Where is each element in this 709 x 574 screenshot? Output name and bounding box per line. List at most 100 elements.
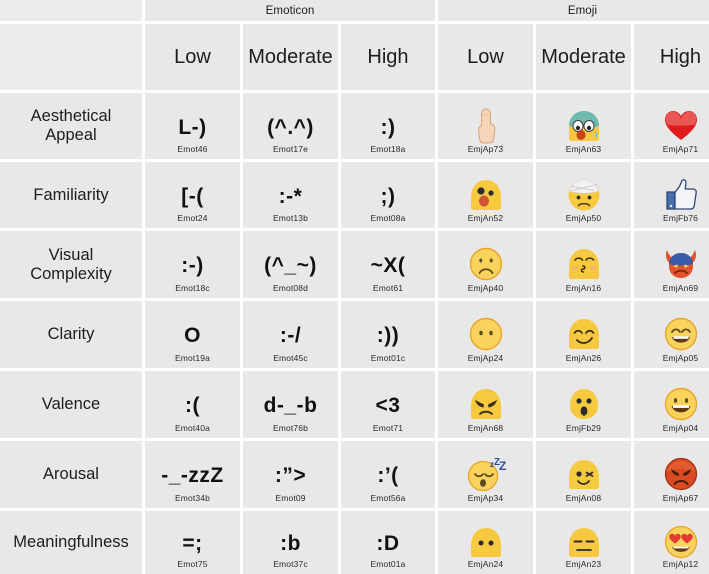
stimulus-code: Emot08d bbox=[272, 283, 309, 293]
table-cell: EmjAn52 bbox=[438, 162, 533, 228]
level-header-emoji-moderate: Moderate bbox=[536, 24, 631, 90]
stimulus-code: EmjAn08 bbox=[565, 493, 602, 503]
stimulus-code: EmjAp71 bbox=[662, 144, 699, 154]
level-header-emoticon-high: High bbox=[341, 24, 435, 90]
stimulus-code: Emot13b bbox=[272, 213, 309, 223]
stimulus-code: Emot56a bbox=[370, 493, 406, 503]
emoticon-glyph: :)) bbox=[376, 324, 400, 347]
level-header-label: High bbox=[367, 45, 409, 68]
table-cell: EmjAp73 bbox=[438, 93, 533, 159]
stimulus-code: EmjAn63 bbox=[565, 144, 602, 154]
emoticon-glyph: :) bbox=[380, 115, 396, 139]
row-label-text: Familiarity bbox=[33, 185, 109, 204]
stimulus-code: Emot46 bbox=[177, 144, 208, 154]
table-cell: EmjFb76 bbox=[634, 162, 709, 228]
table-cell: EmjAn26 bbox=[536, 301, 631, 368]
table-cell: =; Emot75 bbox=[145, 511, 240, 574]
heart-eyes-face-icon bbox=[664, 523, 698, 561]
table-cell: zZZ EmjAp34 bbox=[438, 441, 533, 508]
devil-face-icon bbox=[662, 245, 700, 283]
red-heart-icon bbox=[663, 107, 699, 145]
kissing-blob-face-icon bbox=[566, 245, 602, 283]
level-header-label: Moderate bbox=[248, 45, 333, 68]
stimulus-code: Emot18a bbox=[370, 144, 406, 154]
row-label-familiarity: Familiarity bbox=[0, 162, 142, 228]
table-cell: EmjAn16 bbox=[536, 231, 631, 298]
stimulus-code: Emot19a bbox=[174, 353, 211, 363]
nauseated-face-icon bbox=[566, 107, 602, 145]
stimulus-code: EmjAp24 bbox=[467, 353, 504, 363]
table-cell: EmjAp04 bbox=[634, 371, 709, 438]
table-cell: -_-zzZ Emot34b bbox=[145, 441, 240, 508]
table-cell: (^.^) Emot17e bbox=[243, 93, 338, 159]
level-header-emoticon-low: Low bbox=[145, 24, 240, 90]
table-cell: EmjAn24 bbox=[438, 511, 533, 574]
stimulus-code: Emot40a bbox=[174, 423, 211, 433]
table-cell: :) Emot18a bbox=[341, 93, 435, 159]
stimulus-code: EmjAp73 bbox=[467, 144, 504, 154]
table-cell: O Emot19a bbox=[145, 301, 240, 368]
emoticon-glyph: (^_~) bbox=[264, 254, 317, 277]
stimulus-code: Emot09 bbox=[275, 493, 306, 503]
stimulus-code: EmjFb29 bbox=[565, 423, 602, 433]
emoticon-glyph: :-) bbox=[181, 254, 204, 277]
stimulus-code: Emot76b bbox=[272, 423, 309, 433]
stimulus-code: EmjAn68 bbox=[467, 423, 504, 433]
stimulus-code: EmjAn26 bbox=[565, 353, 602, 363]
stimulus-code: EmjAp05 bbox=[662, 353, 699, 363]
frowning-face-icon bbox=[469, 245, 503, 283]
row-label-valence: Valence bbox=[0, 371, 142, 438]
row-label-aesthetical-appeal: Aesthetical Appeal bbox=[0, 93, 142, 159]
table-cell: EmjAp05 bbox=[634, 301, 709, 368]
winking-blob-face-icon bbox=[566, 455, 602, 493]
table-cell: ;) Emot08a bbox=[341, 162, 435, 228]
grinning-face-icon bbox=[664, 385, 698, 423]
stimulus-code: Emot01c bbox=[370, 353, 406, 363]
thumbs-up-icon bbox=[664, 176, 698, 214]
row-label-visual-complexity: Visual Complexity bbox=[0, 231, 142, 298]
stimulus-code: Emot08a bbox=[370, 213, 406, 223]
emoticon-glyph: (^.^) bbox=[267, 115, 314, 139]
emoticon-glyph: ;) bbox=[380, 184, 396, 208]
stimulus-code: EmjAp12 bbox=[662, 559, 699, 569]
stimulus-code: EmjAn16 bbox=[565, 283, 602, 293]
stimulus-code: Emot45c bbox=[273, 353, 308, 363]
stimulus-code: EmjAn24 bbox=[467, 559, 504, 569]
table-cell: :( Emot40a bbox=[145, 371, 240, 438]
pointing-hand-icon bbox=[476, 107, 496, 145]
emoticon-glyph: [-( bbox=[181, 184, 204, 208]
stimulus-code: EmjAp50 bbox=[565, 213, 602, 223]
row-label-meaningfulness: Meaningfulness bbox=[0, 511, 142, 574]
corner-blank bbox=[0, 0, 142, 21]
pouting-red-face-icon bbox=[664, 455, 698, 493]
stimulus-code: EmjAp40 bbox=[467, 283, 504, 293]
table-cell: EmjAn68 bbox=[438, 371, 533, 438]
table-cell: :’( Emot56a bbox=[341, 441, 435, 508]
svg-text:Z: Z bbox=[499, 459, 506, 473]
table-cell: EmjAp12 bbox=[634, 511, 709, 574]
table-cell: EmjAp50 bbox=[536, 162, 631, 228]
row-label-arousal: Arousal bbox=[0, 441, 142, 508]
row-label-text: Valence bbox=[41, 395, 101, 414]
stimulus-code: Emot17e bbox=[272, 144, 309, 154]
emoticon-glyph: :( bbox=[185, 394, 200, 417]
emoticon-glyph: -_-zzZ bbox=[161, 464, 224, 487]
no-mouth-face-icon bbox=[469, 315, 503, 353]
row-label-text: Arousal bbox=[43, 465, 99, 484]
head-bandage-face-icon bbox=[567, 176, 601, 214]
level-header-emoji-high: High bbox=[634, 24, 709, 90]
emoticon-glyph: =; bbox=[182, 532, 203, 555]
stimulus-code: EmjAp34 bbox=[467, 493, 504, 503]
emoticon-glyph: d-_-b bbox=[263, 394, 318, 417]
table-cell: ~X( Emot61 bbox=[341, 231, 435, 298]
table-cell: :”> Emot09 bbox=[243, 441, 338, 508]
astonished-face-icon bbox=[568, 385, 600, 423]
level-header-label: High bbox=[659, 45, 702, 68]
table-cell: :b Emot37c bbox=[243, 511, 338, 574]
emoticon-glyph: :”> bbox=[274, 464, 307, 487]
level-header-label: Moderate bbox=[541, 45, 626, 68]
stimulus-code: EmjAp67 bbox=[662, 493, 699, 503]
stimulus-code: EmjFb76 bbox=[662, 213, 699, 223]
emoticon-glyph: :-* bbox=[278, 184, 303, 208]
emoticon-glyph: O bbox=[184, 324, 201, 347]
